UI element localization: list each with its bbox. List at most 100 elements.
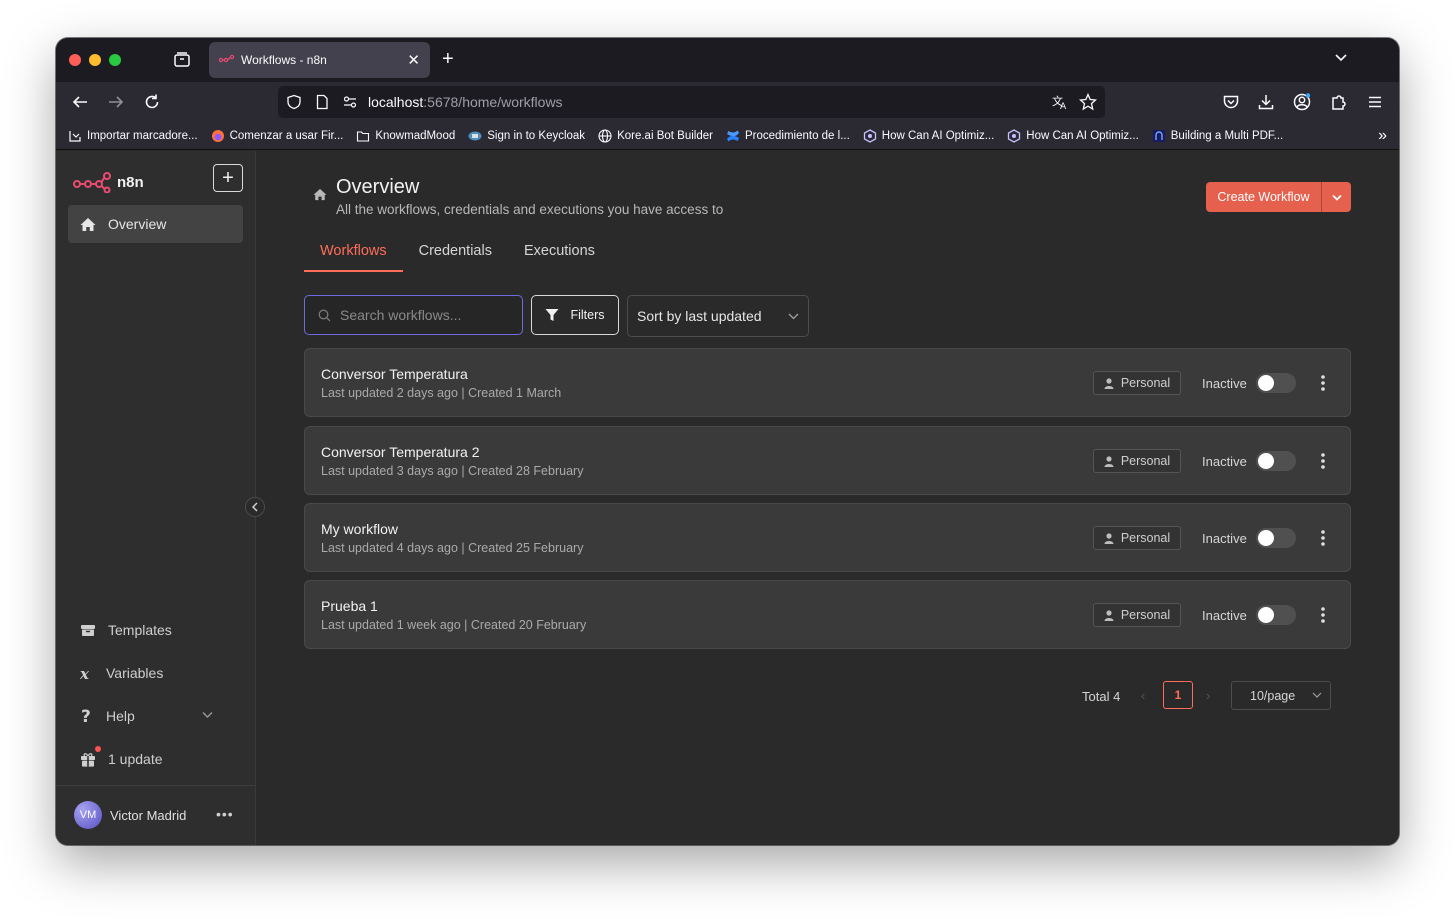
- more-vertical-icon[interactable]: [1317, 452, 1329, 470]
- url-bar[interactable]: localhost:5678/home/workflows 文 A: [278, 86, 1105, 118]
- menu-icon[interactable]: [1365, 92, 1385, 112]
- page-subtitle: All the workflows, credentials and execu…: [336, 202, 724, 217]
- active-toggle[interactable]: [1256, 528, 1296, 548]
- bookmark-item[interactable]: Procedimiento de l...: [726, 129, 850, 143]
- extensions-icon[interactable]: [1329, 92, 1349, 112]
- bookmark-star-icon[interactable]: [1079, 93, 1097, 111]
- owner-badge: Personal: [1093, 603, 1181, 627]
- filters-label: Filters: [570, 308, 605, 322]
- tab-credentials[interactable]: Credentials: [403, 243, 508, 272]
- download-icon[interactable]: [1256, 92, 1276, 112]
- workflow-meta: Last updated 2 days ago | Created 1 Marc…: [321, 386, 562, 400]
- search-input[interactable]: [340, 307, 510, 323]
- tab-close-icon[interactable]: ✕: [407, 53, 420, 68]
- sidebar-divider: [56, 785, 255, 786]
- user-menu-more-icon[interactable]: •••: [216, 806, 234, 822]
- workflow-status: Inactive: [1202, 608, 1247, 623]
- filter-icon: [545, 309, 559, 321]
- variable-icon: x: [80, 666, 90, 681]
- bookmark-label: KnowmadMood: [375, 129, 456, 142]
- create-options-dropdown[interactable]: [1321, 182, 1351, 212]
- bookmark-item[interactable]: Building a Multi PDF...: [1152, 129, 1284, 143]
- shield-icon[interactable]: [286, 94, 302, 110]
- maximize-window-button[interactable]: [109, 54, 121, 66]
- close-window-button[interactable]: [69, 54, 81, 66]
- chevron-down-icon[interactable]: [1333, 50, 1349, 66]
- browser-tab-bar: Workflows - n8n ✕ +: [56, 38, 1399, 82]
- next-page-button[interactable]: ›: [1206, 688, 1210, 703]
- bookmark-label: Building a Multi PDF...: [1170, 129, 1284, 142]
- url-path: :5678/home/workflows: [423, 94, 563, 110]
- bookmark-label: Sign in to Keycloak: [487, 129, 586, 142]
- browser-tab-active[interactable]: Workflows - n8n ✕: [209, 42, 430, 78]
- browser-window: Workflows - n8n ✕ + localhost:5678/home/…: [56, 38, 1399, 845]
- sidebar-item-label: 1 update: [108, 751, 163, 767]
- pocket-icon[interactable]: [1221, 92, 1241, 112]
- user-profile[interactable]: VM Victor Madrid: [74, 801, 186, 829]
- bookmark-item[interactable]: How Can AI Optimiz...: [863, 128, 994, 143]
- page-size-select[interactable]: 10/page: [1231, 681, 1331, 710]
- new-tab-button[interactable]: +: [442, 49, 454, 69]
- forward-arrow-icon[interactable]: [106, 92, 126, 112]
- account-icon[interactable]: [1292, 92, 1312, 112]
- page-number-current[interactable]: 1: [1163, 681, 1193, 709]
- svg-text:A: A: [1060, 102, 1067, 111]
- sidebar-item-help[interactable]: ? Help: [68, 697, 243, 735]
- translate-icon[interactable]: 文 A: [1051, 93, 1069, 111]
- bookmark-item[interactable]: Comenzar a usar Fir...: [211, 129, 343, 143]
- site-icon: [1152, 129, 1165, 142]
- bookmark-label: How Can AI Optimiz...: [1026, 129, 1139, 142]
- owner-badge: Personal: [1093, 526, 1181, 550]
- active-toggle[interactable]: [1256, 373, 1296, 393]
- bookmark-item[interactable]: Importar marcadore...: [68, 129, 198, 143]
- bookmark-item[interactable]: Kore.ai Bot Builder: [598, 128, 713, 143]
- sidebar-item-label: Variables: [106, 665, 164, 681]
- minimize-window-button[interactable]: [89, 54, 101, 66]
- tab-executions[interactable]: Executions: [508, 243, 611, 272]
- sort-select[interactable]: Sort by last updated: [627, 295, 809, 337]
- chevron-down-icon: [1312, 692, 1322, 698]
- sidebar-item-update[interactable]: 1 update: [68, 740, 243, 778]
- tab-overview-icon[interactable]: [172, 50, 192, 70]
- sidebar-item-templates[interactable]: Templates: [68, 611, 243, 649]
- page-title: Overview: [336, 176, 420, 198]
- bookmark-item[interactable]: KnowmadMood: [356, 129, 455, 143]
- more-vertical-icon[interactable]: [1317, 374, 1329, 392]
- page-icon: [316, 94, 328, 110]
- user-icon: [1104, 532, 1114, 544]
- workflow-card[interactable]: Conversor Temperatura 2 Last updated 3 d…: [304, 426, 1351, 495]
- chevron-double-right-icon[interactable]: »: [1378, 127, 1387, 145]
- tab-workflows[interactable]: Workflows: [304, 243, 403, 272]
- owner-badge-label: Personal: [1120, 608, 1171, 622]
- main-content: Overview All the workflows, credentials …: [256, 151, 1399, 845]
- add-button[interactable]: +: [213, 164, 243, 192]
- sidebar-item-overview[interactable]: Overview: [68, 205, 243, 243]
- prev-page-button[interactable]: ‹: [1141, 688, 1145, 703]
- workflow-card[interactable]: Prueba 1 Last updated 1 week ago | Creat…: [304, 580, 1351, 649]
- workflow-name: Prueba 1: [321, 598, 378, 614]
- gift-icon: [81, 752, 95, 767]
- url-text[interactable]: localhost:5678/home/workflows: [368, 94, 563, 110]
- workflow-card[interactable]: My workflow Last updated 4 days ago | Cr…: [304, 503, 1351, 572]
- permissions-icon[interactable]: [342, 94, 358, 110]
- sidebar-item-variables[interactable]: x Variables: [68, 654, 243, 692]
- reload-icon[interactable]: [142, 92, 162, 112]
- workflow-card[interactable]: Conversor Temperatura Last updated 2 day…: [304, 348, 1351, 417]
- svg-text:x: x: [80, 666, 90, 681]
- bookmark-item[interactable]: Sign in to Keycloak: [468, 129, 585, 143]
- keycloak-icon: [468, 131, 482, 140]
- filters-button[interactable]: Filters: [531, 295, 619, 335]
- more-vertical-icon[interactable]: [1317, 529, 1329, 547]
- more-vertical-icon[interactable]: [1317, 606, 1329, 624]
- bookmark-item[interactable]: How Can AI Optimiz...: [1007, 128, 1139, 143]
- back-arrow-icon[interactable]: [70, 92, 90, 112]
- n8n-logo[interactable]: n8n: [73, 171, 144, 193]
- site-icon: [863, 128, 876, 143]
- active-toggle[interactable]: [1256, 605, 1296, 625]
- page-size-value: 10/page: [1250, 688, 1296, 703]
- active-toggle[interactable]: [1256, 451, 1296, 471]
- create-workflow-button[interactable]: Create Workflow: [1206, 182, 1351, 212]
- toggle-knob: [1258, 530, 1274, 546]
- tab-title: Workflows - n8n: [241, 53, 327, 67]
- notification-dot: [95, 746, 101, 752]
